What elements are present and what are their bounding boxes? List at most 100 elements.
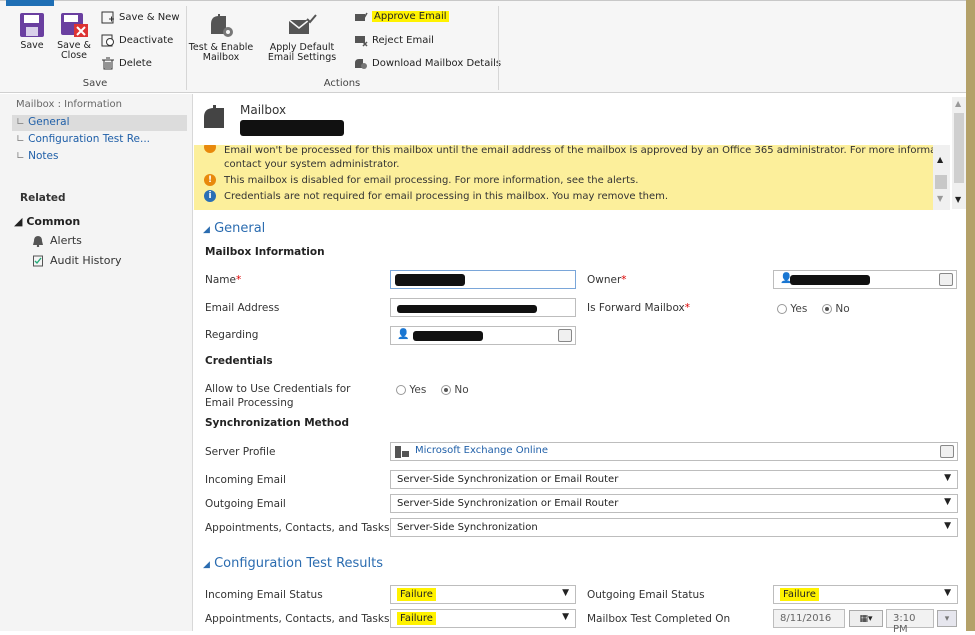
server-profile-label: Server Profile [205, 446, 276, 458]
radio-unchecked-icon [777, 304, 787, 314]
left-navigation: Mailbox : Information ∟ General ∟ Config… [0, 94, 193, 631]
form-scrollbar[interactable]: ▲ ▼ [952, 97, 966, 209]
outgoing-email-label: Outgoing Email [205, 498, 286, 510]
alert-approval-text: Email won't be processed for this mailbo… [224, 145, 950, 156]
window-frame-edge [966, 0, 975, 631]
delete-button[interactable]: Delete [101, 57, 152, 70]
nav-item-alerts[interactable]: Alerts [32, 234, 82, 247]
regarding-lookup[interactable]: 👤 [390, 326, 576, 345]
time-dropdown-arrow-icon[interactable]: ▾ [937, 610, 957, 627]
reject-email-button[interactable]: Reject Email [354, 34, 434, 47]
email-address-field[interactable] [390, 298, 576, 317]
scroll-down-arrow-icon[interactable]: ▼ [955, 195, 961, 204]
forward-yes-radio[interactable]: Yes [777, 303, 807, 315]
tab-strip-line [0, 0, 975, 4]
allow-credentials-label: Allow to Use Credentials for Email Proce… [205, 383, 351, 409]
nav-item-audit-history[interactable]: Audit History [32, 254, 121, 267]
apply-default-email-settings-button[interactable]: Apply Default Email Settings [256, 12, 348, 63]
warning-icon [204, 145, 216, 153]
envelope-reject-icon [355, 36, 368, 47]
envelope-check-icon [288, 14, 317, 34]
radio-unchecked-icon [396, 385, 406, 395]
nav-item-alerts-label: Alerts [50, 234, 82, 247]
incoming-email-select[interactable]: Server-Side Synchronization or Email Rou… [390, 470, 958, 489]
group-separator [498, 6, 499, 90]
credentials-yes-radio[interactable]: Yes [396, 384, 426, 396]
appointments-status-select[interactable]: Failure ▼ [390, 609, 576, 628]
info-icon: i [204, 190, 216, 202]
envelope-approve-icon [355, 12, 368, 21]
regarding-value-redacted [413, 331, 483, 341]
delete-label: Delete [119, 58, 152, 69]
file-tab[interactable] [6, 0, 54, 6]
synchronization-method-heading: Synchronization Method [205, 417, 350, 429]
ribbon: Save Save & Close Save & New Deactivate … [0, 0, 975, 93]
outgoing-email-select[interactable]: Server-Side Synchronization or Email Rou… [390, 494, 958, 513]
mailbox-test-completed-label: Mailbox Test Completed On [587, 613, 731, 625]
scroll-up-arrow-icon[interactable]: ▲ [955, 99, 961, 108]
test-completed-date-field[interactable]: 8/11/2016 [773, 609, 845, 628]
name-value-redacted [395, 274, 465, 286]
common-section-toggle[interactable]: ◢ Common [14, 215, 80, 228]
lookup-search-icon[interactable] [940, 445, 954, 458]
server-profile-lookup[interactable]: Microsoft Exchange Online [390, 442, 958, 461]
test-completed-time-field[interactable]: 3:10 PM [886, 609, 934, 635]
download-mailbox-details-button[interactable]: Download Mailbox Details [354, 57, 501, 70]
mailbox-entity-icon [202, 104, 228, 133]
alert-approval-text-cont: contact your system administrator. [224, 159, 400, 170]
nav-item-notes-label: Notes [28, 150, 59, 162]
owner-lookup[interactable]: 👤 [773, 270, 957, 289]
lookup-search-icon[interactable] [558, 329, 572, 342]
alert-scrollbar[interactable]: ▲ ▼ [933, 145, 950, 210]
nav-item-configuration-test[interactable]: ∟ Configuration Test Re... [16, 133, 150, 145]
appointments-status-value: Failure [397, 612, 436, 625]
radio-checked-icon [822, 304, 832, 314]
save-close-button[interactable]: Save & Close [57, 12, 93, 61]
nav-item-notes[interactable]: ∟ Notes [16, 150, 58, 162]
dropdown-arrow-icon: ▼ [944, 473, 951, 483]
server-profile-value[interactable]: Microsoft Exchange Online [415, 445, 548, 456]
scroll-thumb[interactable] [935, 175, 947, 189]
related-heading: Related [20, 192, 66, 204]
test-enable-mailbox-button[interactable]: Test & Enable Mailbox [188, 12, 254, 63]
configuration-test-section-header[interactable]: ◢ Configuration Test Results [203, 556, 383, 571]
forward-no-radio[interactable]: No [822, 303, 850, 315]
incoming-email-status-select[interactable]: Failure ▼ [390, 585, 576, 604]
nav-item-general[interactable]: ∟ General [16, 116, 70, 128]
lookup-search-icon[interactable] [939, 273, 953, 286]
name-field[interactable] [390, 270, 576, 289]
scroll-down-arrow-icon[interactable]: ▼ [937, 194, 943, 203]
save-close-label: Save & Close [57, 40, 91, 61]
scroll-up-arrow-icon[interactable]: ▲ [937, 155, 943, 164]
config-section-title: Configuration Test Results [214, 556, 384, 571]
save-button[interactable]: Save [14, 12, 50, 51]
entity-type-label: Mailbox [240, 103, 287, 117]
deactivate-button[interactable]: Deactivate [101, 34, 173, 47]
mailbox-information-heading: Mailbox Information [205, 246, 325, 258]
apply-default-label: Apply Default Email Settings [267, 42, 337, 63]
approve-email-button[interactable]: Approve Email [354, 10, 449, 23]
credentials-no-radio[interactable]: No [441, 384, 469, 396]
general-section-title: General [214, 221, 266, 236]
collapse-triangle-icon: ◢ [14, 215, 23, 228]
approve-email-label: Approve Email [372, 11, 449, 22]
outgoing-email-status-label: Outgoing Email Status [587, 589, 705, 601]
record-name-redacted [240, 120, 344, 136]
appointments-status-label: Appointments, Contacts, and Tasks [205, 613, 390, 625]
general-section-header[interactable]: ◢ General [203, 221, 265, 236]
reject-email-label: Reject Email [372, 35, 434, 46]
bell-icon [33, 235, 43, 247]
scroll-thumb[interactable] [954, 113, 964, 183]
save-new-button[interactable]: Save & New [101, 11, 180, 24]
warning-icon: ! [204, 174, 216, 186]
alert-notifications: Email won't be processed for this mailbo… [194, 145, 950, 210]
outgoing-status-value: Failure [780, 588, 819, 601]
calendar-icon[interactable]: ▦▾ [849, 610, 883, 627]
nav-item-general-label: General [28, 116, 70, 128]
server-profile-icon [395, 446, 409, 458]
appointments-contacts-tasks-select[interactable]: Server-Side Synchronization ▼ [390, 518, 958, 537]
incoming-status-value: Failure [397, 588, 436, 601]
incoming-email-status-label: Incoming Email Status [205, 589, 323, 601]
common-heading: Common [26, 215, 81, 228]
outgoing-email-status-select[interactable]: Failure ▼ [773, 585, 958, 604]
